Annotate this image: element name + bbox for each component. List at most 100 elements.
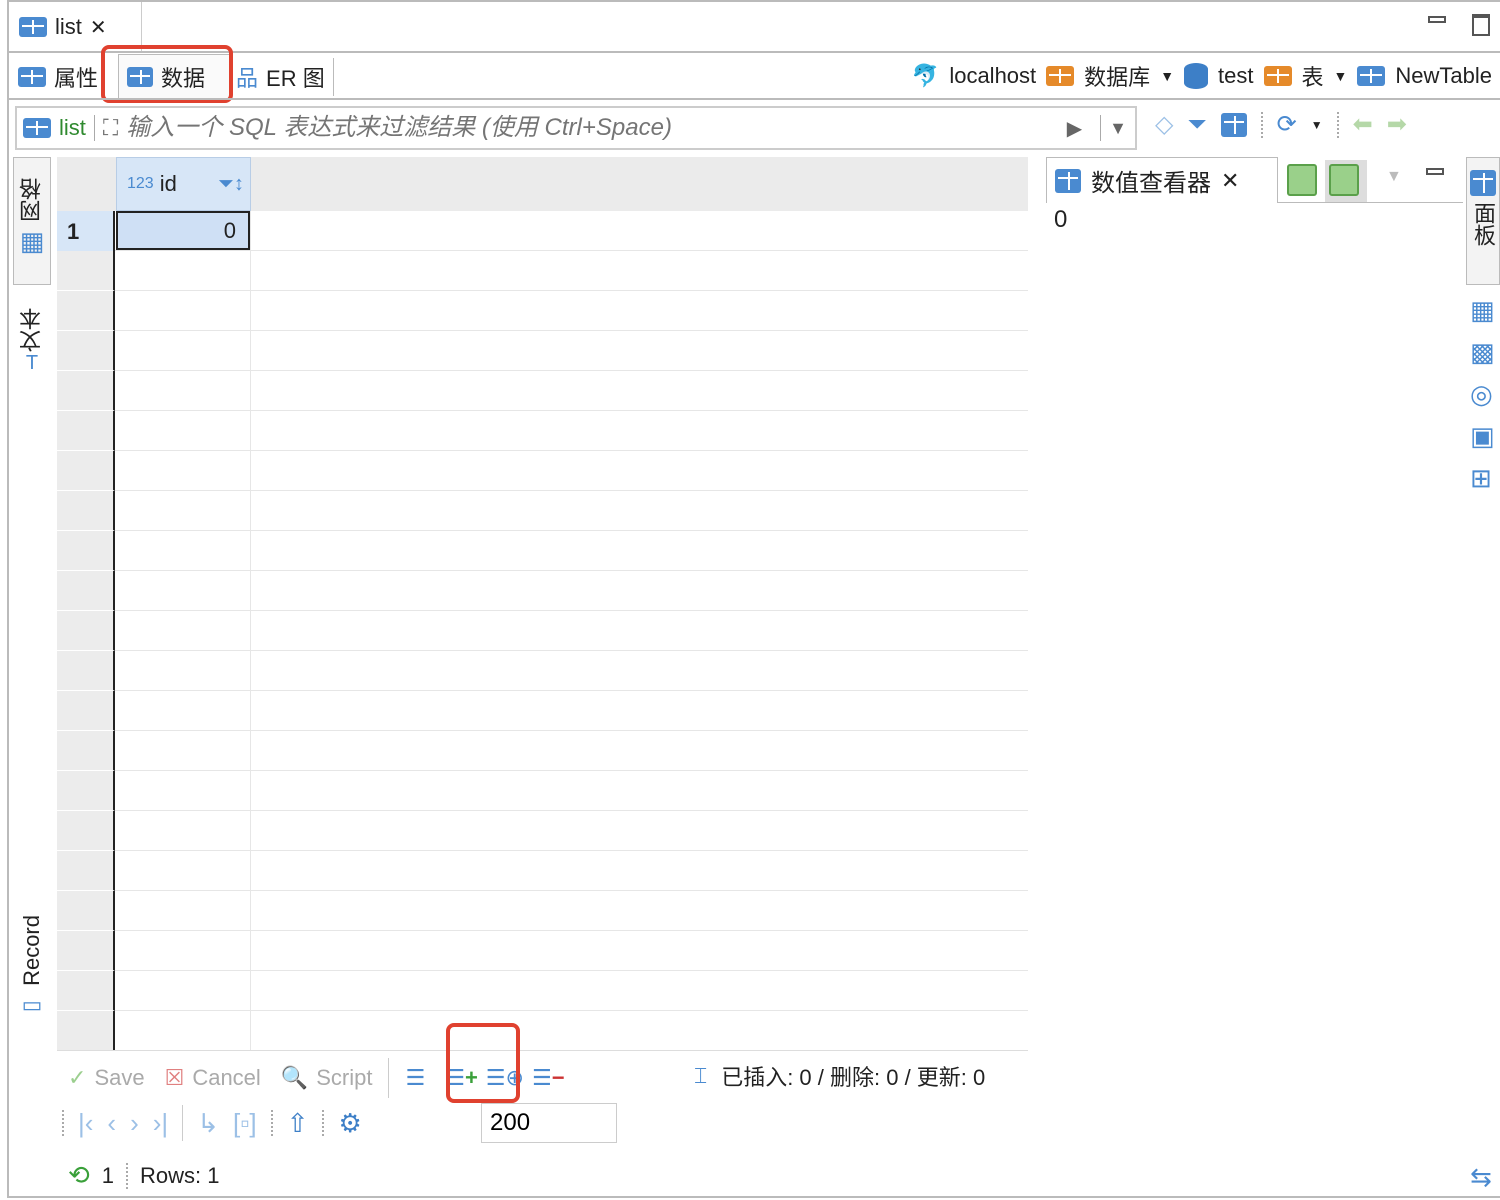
dropdown-icon[interactable]: ▼ bbox=[1334, 68, 1348, 84]
previous-page-icon[interactable]: ‹ bbox=[107, 1108, 116, 1139]
expand-icon[interactable]: ⛶ bbox=[103, 115, 118, 141]
row-number[interactable]: 1 bbox=[57, 211, 115, 251]
autosave-button[interactable] bbox=[1325, 160, 1367, 202]
maximize-icon[interactable] bbox=[1472, 14, 1490, 36]
breadcrumb-localhost[interactable]: localhost bbox=[949, 63, 1036, 89]
row-header[interactable] bbox=[57, 971, 115, 1011]
eraser-icon[interactable]: ◇ bbox=[1155, 110, 1173, 139]
view-menu-icon[interactable]: ▼ bbox=[1386, 168, 1402, 186]
save-icon[interactable] bbox=[1287, 164, 1317, 196]
column-header-id[interactable]: 123 id ⏷↕ bbox=[116, 157, 251, 211]
row-header[interactable] bbox=[57, 571, 115, 611]
close-icon[interactable]: ✕ bbox=[90, 15, 107, 40]
row-header[interactable] bbox=[57, 331, 115, 371]
tab-text[interactable]: 文本 T bbox=[13, 308, 51, 375]
panels-icon bbox=[1470, 170, 1496, 196]
grouping-icon[interactable]: ▩ bbox=[1470, 338, 1495, 366]
row-header[interactable] bbox=[57, 491, 115, 531]
delete-row-icon[interactable]: ☰− bbox=[532, 1065, 565, 1091]
edit-row-icon[interactable]: ☰ bbox=[405, 1065, 425, 1091]
table-row bbox=[57, 651, 1028, 691]
tab-er-diagram[interactable]: 品 ER 图 bbox=[236, 58, 334, 96]
tab-label: 面板 bbox=[1471, 202, 1496, 246]
aggregate-icon[interactable]: ▦ bbox=[1470, 296, 1495, 324]
back-icon[interactable]: ⬅ bbox=[1353, 110, 1373, 139]
row-header[interactable] bbox=[57, 291, 115, 331]
row-header[interactable] bbox=[57, 771, 115, 811]
dropdown-icon[interactable]: ▼ bbox=[1311, 118, 1323, 132]
table-settings-icon[interactable] bbox=[1220, 112, 1247, 137]
metadata-icon[interactable]: ◎ bbox=[1470, 380, 1495, 408]
apply-filter-icon[interactable]: ▶ bbox=[1067, 116, 1082, 141]
row-header[interactable] bbox=[57, 251, 115, 291]
row-header[interactable] bbox=[57, 1011, 115, 1051]
row-header[interactable] bbox=[57, 611, 115, 651]
calculator-icon[interactable]: ⊞ bbox=[1470, 464, 1495, 492]
dropdown-icon[interactable]: ▼ bbox=[1160, 68, 1174, 84]
divider bbox=[1278, 202, 1463, 203]
fetch-all-icon[interactable]: [▫] bbox=[233, 1108, 257, 1139]
cell-id[interactable]: 0 bbox=[116, 211, 250, 250]
panel-toggle-icon[interactable]: ⇆ bbox=[1470, 1162, 1492, 1193]
row-header[interactable] bbox=[57, 811, 115, 851]
settings-gear-icon[interactable]: ⚙ bbox=[338, 1108, 361, 1139]
row-header[interactable] bbox=[57, 531, 115, 571]
filter-entity-label: list bbox=[59, 115, 86, 140]
refresh-loop-icon[interactable]: ⟲ bbox=[68, 1160, 90, 1191]
filter-input[interactable] bbox=[126, 114, 1059, 142]
tab-label: Record bbox=[19, 915, 44, 986]
row-header[interactable] bbox=[57, 451, 115, 491]
row-header[interactable] bbox=[57, 851, 115, 891]
value-viewer-tab[interactable]: 数值查看器 ✕ bbox=[1046, 157, 1278, 203]
breadcrumb-tables[interactable]: 表 bbox=[1302, 60, 1324, 92]
table-row bbox=[57, 611, 1028, 651]
separator bbox=[62, 1110, 64, 1136]
breadcrumb-test[interactable]: test bbox=[1218, 63, 1253, 89]
tab-grid[interactable]: 网格 ▦ bbox=[13, 157, 51, 285]
separator bbox=[182, 1105, 184, 1141]
row-header[interactable] bbox=[57, 411, 115, 451]
divider bbox=[57, 1050, 1028, 1051]
status-bar: ⟲ 1 Rows: 1 bbox=[68, 1160, 220, 1191]
row-header[interactable] bbox=[57, 731, 115, 771]
export-icon[interactable]: ⇧ bbox=[287, 1108, 309, 1139]
save-button[interactable]: Save bbox=[94, 1065, 144, 1091]
row-header[interactable] bbox=[57, 371, 115, 411]
last-page-icon[interactable]: ›| bbox=[153, 1108, 168, 1139]
row-header[interactable] bbox=[57, 651, 115, 691]
tab-record[interactable]: Record ▭ bbox=[13, 915, 51, 1018]
tab-properties[interactable]: 属性 bbox=[18, 58, 98, 96]
breadcrumb-databases[interactable]: 数据库 bbox=[1084, 60, 1150, 92]
next-page-icon[interactable]: › bbox=[130, 1108, 139, 1139]
minimize-icon[interactable] bbox=[1428, 16, 1446, 23]
column-name: id bbox=[159, 171, 177, 196]
row-header[interactable] bbox=[57, 931, 115, 971]
first-page-icon[interactable]: |‹ bbox=[78, 1108, 93, 1139]
row-header[interactable] bbox=[57, 691, 115, 731]
minimize-icon[interactable] bbox=[1426, 168, 1444, 175]
grid-icon: ▦ bbox=[19, 226, 45, 256]
forward-icon[interactable]: ➡ bbox=[1387, 110, 1407, 139]
table-row bbox=[57, 491, 1028, 531]
close-icon[interactable]: ✕ bbox=[1221, 168, 1239, 194]
highlight-box bbox=[101, 45, 233, 103]
value-panel-icon[interactable]: ▣ bbox=[1470, 422, 1495, 450]
fetch-next-icon[interactable]: ↳ bbox=[197, 1108, 219, 1139]
table-row bbox=[57, 891, 1028, 931]
table-row bbox=[57, 451, 1028, 491]
fetch-size-input[interactable] bbox=[481, 1103, 617, 1143]
breadcrumb-newtable[interactable]: NewTable bbox=[1395, 63, 1492, 89]
refresh-icon[interactable]: ⟳ bbox=[1277, 110, 1297, 139]
panels-tab[interactable]: 面板 bbox=[1466, 157, 1500, 285]
row-header[interactable] bbox=[57, 891, 115, 931]
table-row bbox=[57, 531, 1028, 571]
value-viewer-content[interactable]: 0 bbox=[1054, 206, 1067, 234]
filter-sort-icon[interactable]: ⏷↕ bbox=[218, 173, 250, 196]
cancel-button[interactable]: Cancel bbox=[192, 1065, 260, 1091]
filter-settings-icon[interactable]: ⏷ bbox=[1187, 111, 1206, 139]
script-button[interactable]: Script bbox=[316, 1065, 372, 1091]
table-row bbox=[57, 691, 1028, 731]
separator bbox=[322, 1110, 325, 1136]
separator bbox=[388, 1058, 390, 1098]
filter-history-dropdown-icon[interactable]: ▼ bbox=[1109, 118, 1135, 139]
